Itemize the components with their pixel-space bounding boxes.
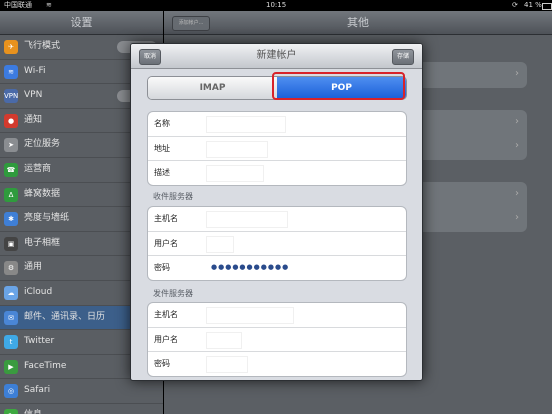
general-icon: ⚙ xyxy=(4,261,18,276)
battery-percent: 41 % xyxy=(524,1,542,9)
sidebar-item-label: 通知 xyxy=(24,114,43,125)
facetime-icon: ▶ xyxy=(4,359,18,374)
cellular-icon: ᐃ xyxy=(4,187,18,202)
incoming-server-group: 主机名 用户名 密码 ●●●●●●●●●●● xyxy=(147,206,407,281)
carrier-icon: ☎ xyxy=(4,162,18,177)
chevron-right-icon: › xyxy=(515,188,519,199)
sidebar-item-label: FaceTime xyxy=(24,360,67,371)
outgoing-user-field[interactable] xyxy=(206,331,242,349)
notification-icon: ● xyxy=(4,113,18,128)
messages-icon: ✎ xyxy=(4,408,18,414)
description-row[interactable]: 描述 xyxy=(148,161,406,185)
incoming-host-row[interactable]: 主机名 xyxy=(148,207,406,232)
status-bar: 中国联通 ≋ 10:15 ⟳ 41 % xyxy=(0,0,552,11)
sidebar-item-label: 信息 xyxy=(24,410,42,414)
battery-icon xyxy=(542,3,552,10)
outgoing-host-row[interactable]: 主机名 xyxy=(148,303,406,328)
segment-imap[interactable]: IMAP xyxy=(148,77,277,99)
incoming-password-field[interactable]: ●●●●●●●●●●● xyxy=(211,256,289,279)
chevron-right-icon: › xyxy=(515,140,519,151)
save-button[interactable]: 存储 xyxy=(391,49,414,65)
icloud-icon: ☁ xyxy=(4,285,18,300)
outgoing-server-heading: 发件服务器 xyxy=(153,289,193,298)
vpn-icon: VPN xyxy=(4,89,18,104)
twitter-icon: t xyxy=(4,335,18,350)
chevron-right-icon: › xyxy=(515,116,519,127)
outgoing-server-group: 主机名 用户名 密码 xyxy=(147,302,407,377)
incoming-user-label: 用户名 xyxy=(154,238,178,248)
address-row[interactable]: 地址 xyxy=(148,137,406,161)
modal-title: 新建帐户 xyxy=(256,50,297,61)
location-icon: ➤ xyxy=(4,138,18,153)
modal-header: 取消 新建帐户 存储 xyxy=(131,44,422,69)
incoming-user-field[interactable] xyxy=(206,235,234,253)
new-account-modal: 取消 新建帐户 存储 IMAP POP 名称 地址 描述 收件服务器 主机名 用… xyxy=(130,43,423,381)
sidebar-item[interactable]: ◎ Safari xyxy=(0,379,163,404)
sidebar-item-label: VPN xyxy=(24,90,43,101)
brightness-icon: ✱ xyxy=(4,212,18,227)
address-field[interactable] xyxy=(206,140,268,158)
sidebar-item-label: 亮度与墙纸 xyxy=(24,213,70,224)
back-button[interactable]: 添加帐户... xyxy=(172,16,210,31)
sidebar-item[interactable]: ✎ 信息 xyxy=(0,404,163,414)
detail-title: 其他 xyxy=(347,16,369,29)
chevron-right-icon: › xyxy=(515,212,519,223)
sidebar-item-label: Twitter xyxy=(24,336,55,347)
clock: 10:15 xyxy=(266,1,287,9)
address-label: 地址 xyxy=(154,143,170,153)
name-field[interactable] xyxy=(206,116,286,133)
mail-icon: ✉ xyxy=(4,310,18,325)
cancel-button[interactable]: 取消 xyxy=(139,49,162,65)
outgoing-password-row[interactable]: 密码 xyxy=(148,352,406,376)
picture-frame-icon: ▣ xyxy=(4,236,18,251)
sidebar-title: 设置 xyxy=(0,11,163,35)
description-label: 描述 xyxy=(154,168,170,177)
incoming-password-row[interactable]: 密码 ●●●●●●●●●●● xyxy=(148,256,406,280)
safari-icon: ◎ xyxy=(4,384,18,399)
outgoing-host-label: 主机名 xyxy=(154,310,178,319)
incoming-host-label: 主机名 xyxy=(154,214,178,223)
outgoing-user-label: 用户名 xyxy=(154,334,178,344)
description-field[interactable] xyxy=(206,165,264,182)
outgoing-password-label: 密码 xyxy=(154,359,170,368)
incoming-user-row[interactable]: 用户名 xyxy=(148,232,406,256)
selection-highlight xyxy=(272,72,405,100)
incoming-host-field[interactable] xyxy=(206,211,288,228)
rotation-lock-icon: ⟳ xyxy=(512,1,518,9)
wifi-icon: ≋ xyxy=(4,64,18,79)
outgoing-user-row[interactable]: 用户名 xyxy=(148,328,406,352)
sidebar-item-label: 飞行模式 xyxy=(24,41,61,51)
carrier-label: 中国联通 xyxy=(4,1,32,9)
sidebar-item-label: 运营商 xyxy=(24,163,52,174)
name-label: 名称 xyxy=(154,119,170,128)
account-info-group: 名称 地址 描述 xyxy=(147,111,407,186)
outgoing-host-field[interactable] xyxy=(206,307,294,324)
sidebar-item-label: Wi-Fi xyxy=(24,65,46,76)
sidebar-item-label: Safari xyxy=(24,385,51,396)
detail-header: 添加帐户... 其他 xyxy=(164,11,552,35)
chevron-right-icon: › xyxy=(515,68,519,79)
sidebar-item-label: 通用 xyxy=(24,262,43,273)
sidebar-item-label: iCloud xyxy=(24,286,53,297)
sidebar-item-label: 蜂窝数据 xyxy=(24,188,61,199)
sidebar-item-label: 定位服务 xyxy=(24,139,61,150)
outgoing-password-field[interactable] xyxy=(206,356,248,373)
airplane-icon: ✈ xyxy=(4,40,18,54)
sidebar-item-label: 邮件、通讯录、日历 xyxy=(24,311,106,322)
name-row[interactable]: 名称 xyxy=(148,112,406,137)
incoming-server-heading: 收件服务器 xyxy=(153,192,193,201)
incoming-password-label: 密码 xyxy=(154,263,170,272)
sidebar-item-label: 电子相框 xyxy=(24,237,61,248)
wifi-signal-icon: ≋ xyxy=(46,1,52,9)
